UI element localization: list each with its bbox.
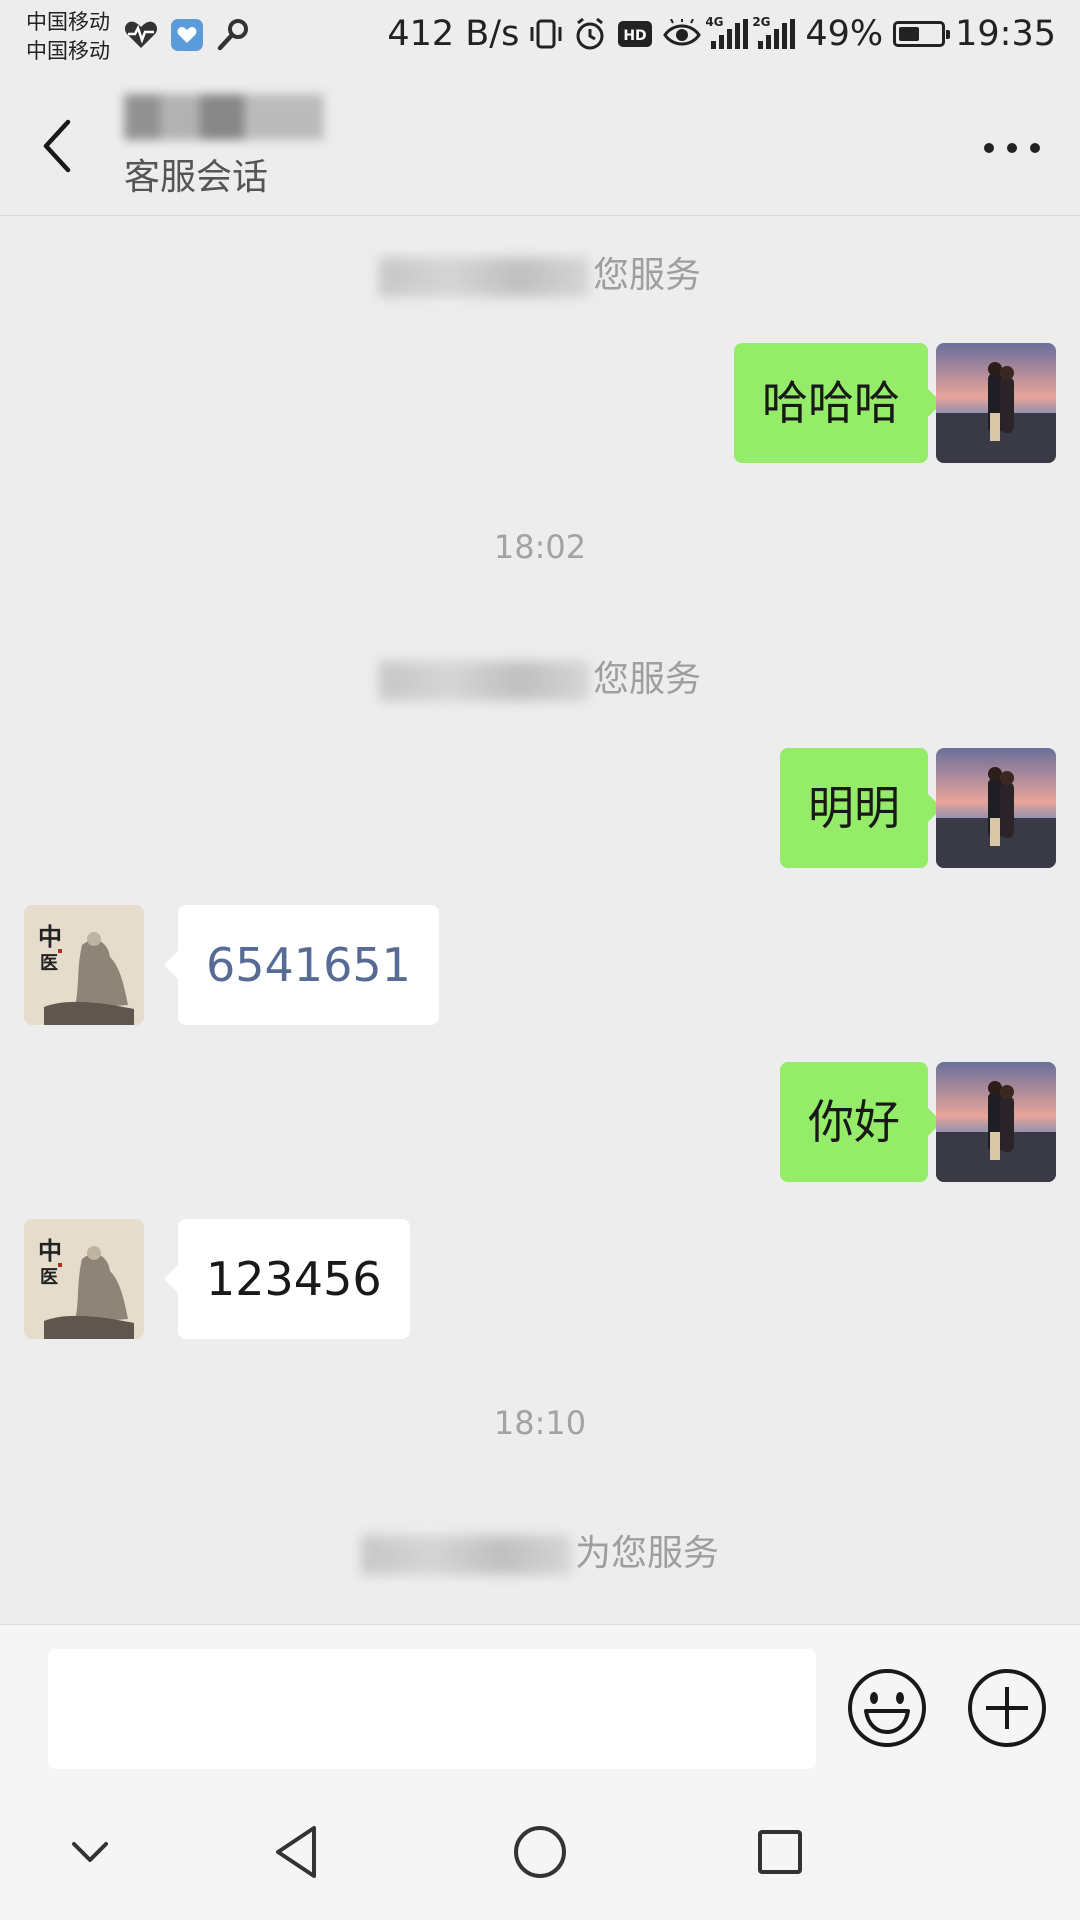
message-input[interactable] (48, 1649, 816, 1769)
carrier-1: 中国移动 (26, 10, 110, 34)
svg-text:中: 中 (38, 922, 62, 951)
battery-percent: 49% (805, 14, 884, 54)
my-avatar[interactable] (936, 343, 1056, 463)
message-text: 你好 (808, 1095, 900, 1149)
status-right: 412 B/s HD 4G 2G 49% 19:35 (387, 14, 1056, 54)
system-message: 您服务 (0, 246, 1080, 298)
battery-fill (899, 27, 919, 41)
system-navigation-bar (0, 1784, 1080, 1920)
notification-icons (124, 18, 250, 52)
hd-icon: HD (618, 21, 653, 47)
timestamp: 18:02 (493, 528, 587, 566)
agent-avatar[interactable]: 中 医 (24, 1219, 144, 1339)
my-avatar[interactable] (936, 748, 1056, 868)
svg-text:医: 医 (40, 1267, 58, 1288)
back-button[interactable] (36, 114, 84, 178)
square-recents-icon (758, 1830, 802, 1874)
message-list[interactable]: 您服务 哈哈哈 18:02 您服务 明明 中 医 6541651 你好 中 医 … (0, 216, 1080, 1624)
smiley-icon (848, 1669, 926, 1747)
chat-header: 客服会话 (0, 76, 1080, 216)
more-button[interactable] (984, 130, 1040, 166)
redacted-text (378, 661, 589, 701)
signal-1-icon: 4G (705, 15, 749, 49)
more-actions-button[interactable] (966, 1667, 1048, 1749)
carrier-2: 中国移动 (26, 39, 110, 63)
outgoing-bubble[interactable]: 哈哈哈 (734, 343, 942, 463)
key-icon (217, 19, 248, 51)
triangle-back-icon (276, 1826, 316, 1878)
network-1-type: 4G (705, 15, 724, 29)
heart-pulse-icon (124, 21, 158, 48)
alarm-icon (576, 17, 604, 50)
message-text[interactable]: 6541651 (206, 942, 411, 988)
system-message: 为您服务 (0, 1524, 1080, 1576)
emoji-button[interactable] (846, 1667, 928, 1749)
redacted-text (360, 1535, 571, 1575)
couple-photo-icon (936, 1062, 1056, 1182)
outgoing-bubble[interactable]: 明明 (780, 748, 942, 868)
chat-title-redacted (124, 94, 324, 140)
network-speed: 412 B/s (387, 14, 520, 54)
agent-avatar[interactable]: 中 医 (24, 905, 144, 1025)
my-avatar[interactable] (936, 1062, 1056, 1182)
system-message-text: 您服务 (592, 659, 701, 700)
network-2-type: 2G (752, 15, 771, 29)
input-bar (0, 1624, 1080, 1784)
tcm-painting-icon: 中 医 (24, 905, 144, 1025)
incoming-bubble[interactable]: 123456 (164, 1219, 410, 1339)
health-app-icon (171, 19, 203, 51)
couple-photo-icon (936, 748, 1056, 868)
circle-home-icon (514, 1826, 566, 1878)
eye-comfort-icon (663, 19, 702, 46)
svg-text:HD: HD (624, 28, 647, 44)
chat-subtitle: 客服会话 (124, 157, 269, 198)
message-text: 123456 (206, 1252, 382, 1306)
plus-circle-icon (968, 1669, 1046, 1747)
ellipsis-icon (984, 143, 994, 153)
message-text: 哈哈哈 (762, 376, 900, 430)
nav-home-button[interactable] (508, 1820, 572, 1884)
vibrate-icon (530, 19, 562, 49)
chevron-down-icon (72, 1842, 108, 1862)
nav-back-button[interactable] (268, 1820, 332, 1884)
svg-text:医: 医 (40, 953, 58, 974)
redacted-text (378, 257, 589, 297)
carrier-labels: 中国移动 中国移动 (26, 8, 110, 66)
hide-nav-button[interactable] (58, 1820, 122, 1884)
clock: 19:35 (955, 14, 1056, 54)
message-text: 明明 (808, 781, 900, 835)
status-bar: 中国移动 中国移动 412 B/s HD 4G 2G 49% 19:35 (0, 0, 1080, 76)
incoming-bubble[interactable]: 6541651 (164, 905, 439, 1025)
couple-photo-icon (936, 343, 1056, 463)
outgoing-bubble[interactable]: 你好 (780, 1062, 942, 1182)
nav-recents-button[interactable] (748, 1820, 812, 1884)
system-message: 您服务 (0, 650, 1080, 702)
system-message-text: 您服务 (592, 255, 701, 296)
tcm-painting-icon: 中 医 (24, 1219, 144, 1339)
timestamp: 18:10 (493, 1404, 587, 1442)
chevron-left-icon (43, 119, 71, 173)
signal-2-icon: 2G (752, 15, 796, 49)
chat-title-block: 客服会话 (124, 84, 324, 200)
battery-icon (893, 21, 951, 47)
svg-text:中: 中 (38, 1236, 62, 1265)
system-message-text: 为您服务 (574, 1533, 719, 1574)
